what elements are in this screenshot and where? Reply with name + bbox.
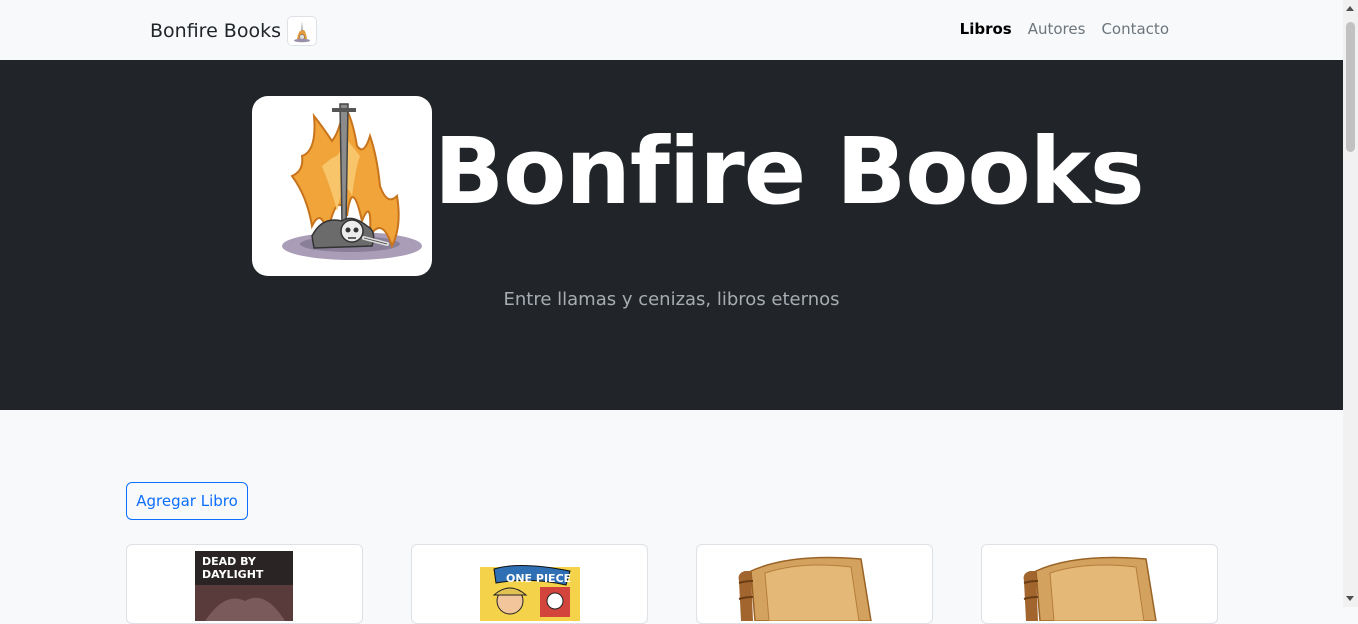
bonfire-logo-icon <box>286 15 317 46</box>
placeholder-book-image <box>738 556 872 621</box>
nav-links: Libros Autores Contacto <box>960 20 1169 38</box>
navbar: Bonfire Books Libros Autores Contacto <box>0 0 1343 60</box>
nav-link-autores[interactable]: Autores <box>1028 20 1086 38</box>
page-scrollbar[interactable] <box>1343 0 1358 607</box>
one-piece-cover-image: ONE PIECE <box>480 551 580 621</box>
cover-title: ONE PIECE <box>506 572 571 585</box>
navbar-brand[interactable]: Bonfire Books <box>150 14 317 47</box>
nav-link-libros[interactable]: Libros <box>960 20 1012 38</box>
scroll-up-arrow-icon[interactable] <box>1346 6 1354 11</box>
dead-by-daylight-cover-image: DEAD BY DAYLIGHT <box>195 551 293 621</box>
add-book-button[interactable]: Agregar Libro <box>126 482 248 520</box>
cover-title-line2: DAYLIGHT <box>202 568 264 581</box>
book-card[interactable] <box>981 544 1218 624</box>
book-card[interactable]: ONE PIECE <box>411 544 648 624</box>
hero-banner: Bonfire Books Entre llamas y cenizas, li… <box>0 60 1343 410</box>
book-card[interactable]: DEAD BY DAYLIGHT <box>126 544 363 624</box>
book-card[interactable] <box>696 544 933 624</box>
bonfire-hero-logo <box>252 96 432 276</box>
cover-title-line1: DEAD BY <box>202 555 257 568</box>
nav-link-contacto[interactable]: Contacto <box>1101 20 1169 38</box>
scrollbar-thumb[interactable] <box>1346 22 1355 152</box>
scroll-down-arrow-icon[interactable] <box>1346 596 1354 601</box>
brand-name: Bonfire Books <box>150 19 281 42</box>
placeholder-book-image <box>1023 556 1157 621</box>
hero-subtitle: Entre llamas y cenizas, libros eternos <box>503 289 840 310</box>
hero-title: Bonfire Books <box>434 118 1145 225</box>
